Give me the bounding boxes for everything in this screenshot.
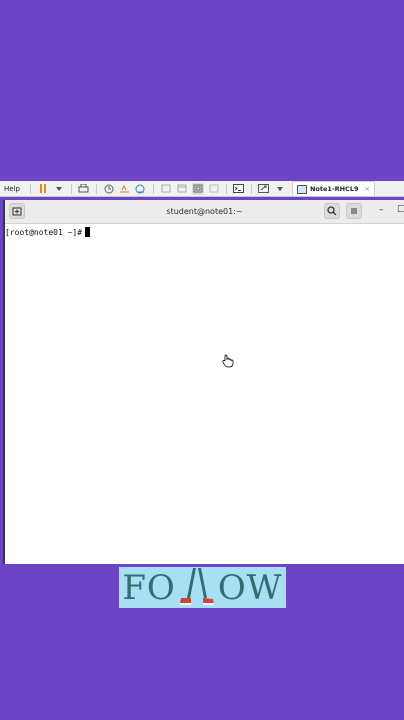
- terminal-header: student@note01:~ – □: [5, 200, 404, 224]
- new-tab-icon: [12, 207, 22, 216]
- help-menu[interactable]: Help: [0, 185, 26, 193]
- revert-snapshot-icon[interactable]: [119, 183, 131, 195]
- follow-banner[interactable]: FO OW: [119, 567, 286, 608]
- console-icon[interactable]: [233, 183, 245, 195]
- follow-text-right: OW: [217, 567, 283, 608]
- vm-toolbar: Help Note1-RHCL9 ×: [0, 181, 404, 197]
- minimize-button[interactable]: –: [379, 205, 384, 215]
- hand-pointer-icon: [222, 354, 234, 368]
- send-keys-icon[interactable]: [78, 183, 90, 195]
- vm-tab-icon: [296, 184, 307, 194]
- shell-prompt: [root@note01 ~]#: [5, 228, 83, 237]
- search-icon: [327, 206, 337, 216]
- view-window-icon[interactable]: [176, 183, 188, 195]
- chevron-down-icon[interactable]: [274, 183, 286, 195]
- unity-icon[interactable]: [208, 183, 220, 195]
- toolbar-separator: [70, 183, 72, 194]
- view-normal-icon[interactable]: [160, 183, 172, 195]
- hamburger-icon: [351, 208, 357, 214]
- pause-icon[interactable]: [37, 183, 49, 195]
- toolbar-separator: [29, 183, 31, 194]
- follow-text-left: FO: [122, 567, 176, 608]
- toolbar-separator: [250, 183, 252, 194]
- close-icon[interactable]: ×: [365, 185, 370, 193]
- toolbar-separator: [225, 183, 227, 194]
- stretch-icon[interactable]: [258, 183, 270, 195]
- new-tab-button[interactable]: [9, 203, 25, 219]
- fullscreen-icon[interactable]: [191, 182, 204, 195]
- snapshot-manager-icon[interactable]: [135, 183, 147, 195]
- vm-tab-label: Note1-RHCL9: [309, 185, 359, 193]
- search-button[interactable]: [324, 203, 340, 219]
- terminal-title: student@note01:~: [166, 207, 243, 216]
- toolbar-separator: [152, 183, 154, 194]
- chevron-down-icon[interactable]: [53, 183, 65, 195]
- walking-legs-icon: [179, 567, 214, 605]
- terminal-output[interactable]: [root@note01 ~]#: [5, 224, 404, 565]
- follow-logo: FO OW: [122, 567, 283, 608]
- snapshot-clock-icon[interactable]: [103, 183, 115, 195]
- toolbar-separator: [95, 183, 97, 194]
- maximize-button[interactable]: □: [397, 204, 404, 214]
- tab-vm[interactable]: Note1-RHCL9 ×: [291, 181, 375, 196]
- menu-button[interactable]: [346, 203, 362, 219]
- terminal-window: student@note01:~ – □ [root@note01 ~]#: [3, 200, 404, 564]
- text-cursor: [85, 227, 91, 237]
